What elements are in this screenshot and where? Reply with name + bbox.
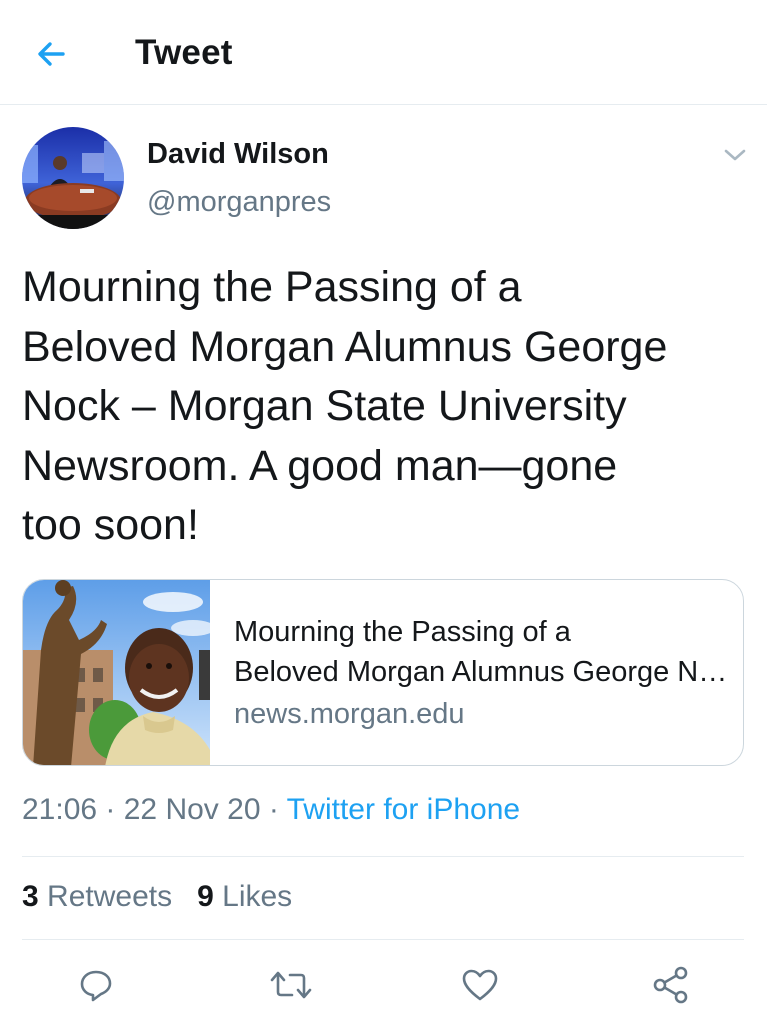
share-icon — [653, 966, 688, 1004]
retweet-icon — [270, 971, 312, 999]
retweets-stat[interactable]: 3 Retweets — [22, 880, 172, 913]
reply-icon — [80, 970, 112, 1002]
tweet-text-line: Mourning the Passing of a — [22, 263, 522, 311]
like-button[interactable] — [455, 960, 505, 1010]
chevron-down-icon — [724, 149, 746, 161]
engagement-stats: 3 Retweets 9 Likes — [22, 880, 292, 914]
tweet-text-line: Newsroom. A good man—gone — [22, 441, 618, 490]
tweet-date: 22 Nov 20 — [123, 793, 261, 826]
tweet-text: Mourning the Passing of a Beloved Morgan… — [22, 258, 747, 556]
card-domain: news.morgan.edu — [234, 698, 465, 730]
heart-icon — [462, 969, 498, 1001]
retweets-label: Retweets — [47, 880, 173, 913]
back-button[interactable] — [30, 34, 74, 74]
tweet-text-line: too soon! — [22, 501, 199, 549]
tweet-text-line: Beloved Morgan Alumnus George — [22, 322, 668, 371]
avatar[interactable] — [22, 127, 124, 229]
author-name[interactable]: David Wilson — [147, 138, 329, 171]
top-bar: Tweet — [0, 0, 767, 105]
link-preview-card[interactable]: Mourning the Passing of a Beloved Morgan… — [22, 579, 744, 766]
article-thumbnail-photo — [23, 580, 210, 765]
card-title-line: Beloved Morgan Alumnus George Nock – Mor… — [234, 656, 729, 688]
avatar-photo — [22, 127, 124, 229]
tweet-menu-button[interactable] — [720, 142, 750, 168]
retweet-button[interactable] — [266, 960, 316, 1010]
card-title: Mourning the Passing of a Beloved Morgan… — [234, 612, 729, 692]
tweet-meta: 21:06 · 22 Nov 20 · Twitter for iPhone — [22, 793, 520, 827]
likes-label: Likes — [222, 880, 293, 913]
retweets-count: 3 — [22, 880, 39, 913]
tweet-text-line: Nock – Morgan State University — [22, 382, 627, 430]
meta-separator: · — [97, 793, 124, 826]
back-arrow-icon — [38, 42, 65, 66]
divider — [22, 939, 744, 940]
share-button[interactable] — [646, 960, 696, 1010]
tweet-source-link[interactable]: Twitter for iPhone — [287, 793, 520, 826]
action-bar — [0, 960, 767, 1010]
meta-separator: · — [260, 793, 287, 826]
tweet-time: 21:06 — [22, 793, 98, 826]
reply-button[interactable] — [71, 960, 121, 1010]
divider — [22, 856, 744, 857]
likes-count: 9 — [197, 880, 214, 913]
likes-stat[interactable]: 9 Likes — [197, 880, 292, 913]
card-title-line: Mourning the Passing of a — [234, 616, 571, 648]
page-title: Tweet — [135, 33, 233, 72]
card-thumbnail — [23, 580, 210, 765]
author-handle[interactable]: @morganpres — [147, 186, 331, 219]
